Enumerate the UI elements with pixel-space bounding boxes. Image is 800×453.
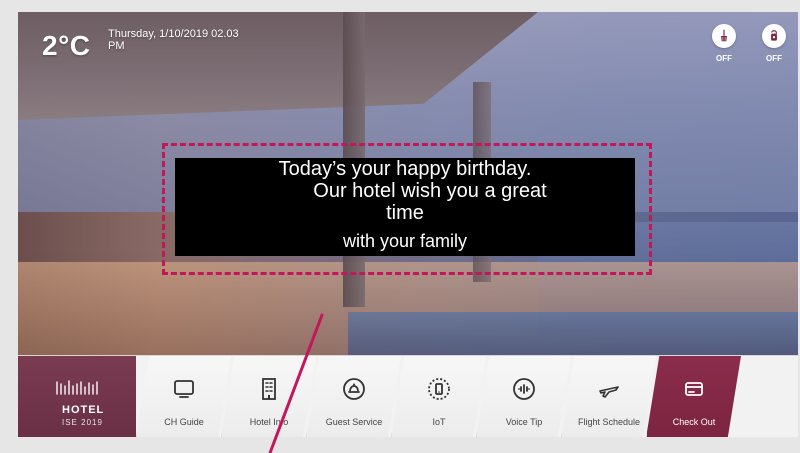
- dnd-status-state: OFF: [766, 54, 782, 63]
- app-window: 2°C Thursday, 1/10/2019 02.03 PM OFF OFF…: [0, 0, 800, 453]
- plane-icon: [594, 374, 624, 404]
- status-icons: OFF OFF: [708, 24, 790, 63]
- broom-icon: [712, 24, 736, 48]
- bottom-navigation: HOTEL ISE 2019 CH Guide Hotel Info Guest…: [18, 355, 798, 437]
- building-icon: [254, 374, 284, 404]
- menu-item-label: Voice Tip: [505, 417, 543, 427]
- service-bell-icon: [339, 374, 369, 404]
- message-line-2: Our hotel wish you a great: [313, 180, 547, 202]
- iot-device-icon: [424, 374, 454, 404]
- menu-item-voice-tip[interactable]: Voice Tip: [476, 356, 571, 437]
- menu: CH Guide Hotel Info Guest Service IoT Vo…: [136, 356, 741, 437]
- menu-item-label: IoT: [432, 417, 446, 427]
- cleaning-status[interactable]: OFF: [708, 24, 740, 63]
- menu-item-ch-guide[interactable]: CH Guide: [136, 356, 231, 437]
- menu-item-label: CH Guide: [164, 417, 204, 427]
- message-line-4: with your family: [342, 231, 468, 251]
- menu-item-label: Guest Service: [325, 417, 383, 427]
- top-bar: 2°C Thursday, 1/10/2019 02.03 PM OFF OFF: [18, 12, 798, 82]
- brand-title: HOTEL: [62, 404, 105, 416]
- menu-item-label: Hotel Info: [249, 417, 289, 427]
- brand-tile: HOTEL ISE 2019: [18, 356, 136, 437]
- menu-item-guest-service[interactable]: Guest Service: [306, 356, 401, 437]
- date-time: Thursday, 1/10/2019 02.03 PM: [108, 28, 239, 52]
- menu-item-check-out[interactable]: Check Out: [646, 356, 741, 437]
- brand-subtitle: ISE 2019: [62, 418, 103, 427]
- card-icon: [679, 374, 709, 404]
- menu-item-iot[interactable]: IoT: [391, 356, 486, 437]
- menu-item-label: Flight Schedule: [577, 417, 641, 427]
- temperature: 2°C: [42, 30, 91, 61]
- message-text: Today’s your happy birthday. Our hotel w…: [175, 158, 635, 298]
- menu-item-hotel-info[interactable]: Hotel Info: [221, 356, 316, 437]
- menu-item-label: Check Out: [672, 417, 716, 427]
- voice-icon: [509, 374, 539, 404]
- do-not-disturb-icon: [762, 24, 786, 48]
- menu-item-flight-schedule[interactable]: Flight Schedule: [561, 356, 656, 437]
- message-line-3: time: [386, 202, 424, 224]
- message-line-1: Today’s your happy birthday.: [278, 158, 532, 180]
- dnd-status[interactable]: OFF: [758, 24, 790, 63]
- cleaning-status-state: OFF: [716, 54, 732, 63]
- screen: 2°C Thursday, 1/10/2019 02.03 PM OFF OFF…: [18, 12, 798, 437]
- tv-icon: [169, 374, 199, 404]
- hotel-logo-icon: [55, 378, 101, 396]
